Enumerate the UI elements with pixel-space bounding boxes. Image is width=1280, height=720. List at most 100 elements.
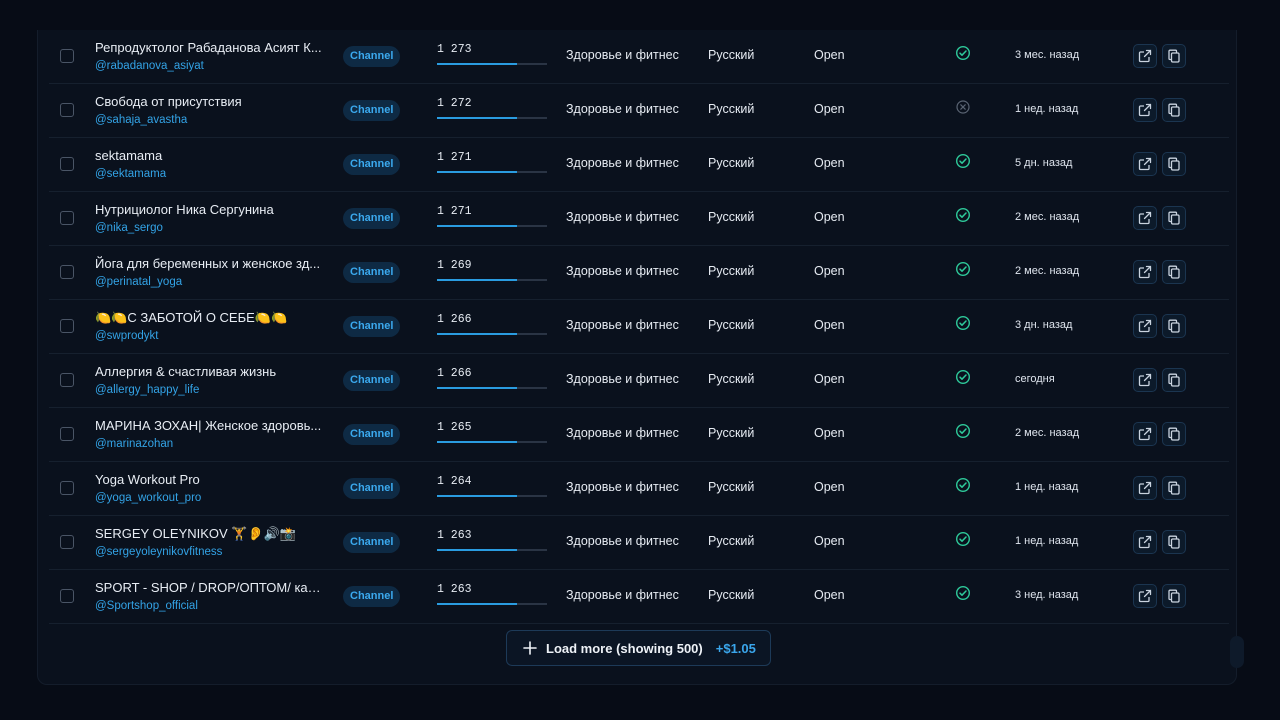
copy-handle-button[interactable] <box>1162 260 1186 284</box>
channel-handle[interactable]: @sergeyoleynikovfitness <box>95 546 222 558</box>
subscriber-progress-fill <box>437 171 518 173</box>
channel-name[interactable]: SERGEY OLEYNIKOV 🏋️👂🔊📸 <box>95 526 325 542</box>
load-more-button[interactable]: Load more (showing 500) +$1.05 <box>506 630 771 666</box>
channel-name[interactable]: Yoga Workout Pro <box>95 472 325 487</box>
row-checkbox[interactable] <box>60 481 74 495</box>
updated-time: 1 нед. назад <box>1015 535 1079 547</box>
check-circle-icon <box>955 585 971 601</box>
language-label: Русский <box>708 372 755 386</box>
external-link-icon <box>1138 103 1152 117</box>
copy-handle-button[interactable] <box>1162 368 1186 392</box>
channel-type-badge: Channel <box>343 262 401 283</box>
subscriber-count: 1 264 <box>437 475 472 488</box>
updated-time: 3 дн. назад <box>1015 319 1073 331</box>
row-checkbox[interactable] <box>60 157 74 171</box>
channel-handle[interactable]: @sektamama <box>95 168 166 180</box>
copy-icon <box>1168 481 1180 495</box>
copy-handle-button[interactable] <box>1162 422 1186 446</box>
language-label: Русский <box>708 588 755 602</box>
channel-type-badge: Channel <box>343 316 401 337</box>
channel-type-badge: Channel <box>343 586 401 607</box>
copy-handle-button[interactable] <box>1162 584 1186 608</box>
check-circle-icon <box>955 315 971 331</box>
copy-handle-button[interactable] <box>1162 152 1186 176</box>
status-label: Open <box>814 480 845 494</box>
open-channel-button[interactable] <box>1133 98 1157 122</box>
check-circle-icon <box>955 477 971 493</box>
copy-handle-button[interactable] <box>1162 98 1186 122</box>
subscriber-progress-fill <box>437 549 518 551</box>
open-channel-button[interactable] <box>1133 206 1157 230</box>
open-channel-button[interactable] <box>1133 422 1157 446</box>
copy-handle-button[interactable] <box>1162 530 1186 554</box>
copy-handle-button[interactable] <box>1162 44 1186 68</box>
channel-type-badge: Channel <box>343 46 401 67</box>
channel-handle[interactable]: @allergy_happy_life <box>95 384 199 396</box>
open-channel-button[interactable] <box>1133 44 1157 68</box>
open-channel-button[interactable] <box>1133 368 1157 392</box>
row-checkbox[interactable] <box>60 319 74 333</box>
external-link-icon <box>1138 373 1152 387</box>
updated-time: 1 нед. назад <box>1015 481 1079 493</box>
channel-name[interactable]: МАРИНА ЗОХАН| Женское здоровь... <box>95 418 325 433</box>
channel-handle[interactable]: @marinazohan <box>95 438 173 450</box>
channel-name[interactable]: Свобода от присутствия <box>95 94 325 109</box>
status-label: Open <box>814 318 845 332</box>
check-circle-icon <box>955 531 971 547</box>
channel-name[interactable]: Йога для беременных и женское зд... <box>95 256 325 271</box>
open-channel-button[interactable] <box>1133 530 1157 554</box>
row-checkbox[interactable] <box>60 427 74 441</box>
channel-name[interactable]: Аллергия & счастливая жизнь <box>95 364 325 379</box>
row-checkbox[interactable] <box>60 535 74 549</box>
table-row: Свобода от присутствия @sahaja_avastha C… <box>49 84 1229 138</box>
subscriber-progress-fill <box>437 279 518 281</box>
channel-handle[interactable]: @Sportshop_official <box>95 600 198 612</box>
channel-handle[interactable]: @sahaja_avastha <box>95 114 187 126</box>
channels-table: Репродуктолог Рабаданова Асият К... @rab… <box>49 30 1229 624</box>
copy-handle-button[interactable] <box>1162 476 1186 500</box>
table-row: Нутрициолог Ника Сергунина @nika_sergo C… <box>49 192 1229 246</box>
open-channel-button[interactable] <box>1133 584 1157 608</box>
floating-widget-edge <box>1230 636 1244 668</box>
language-label: Русский <box>708 156 755 170</box>
channel-handle[interactable]: @nika_sergo <box>95 222 163 234</box>
row-checkbox[interactable] <box>60 265 74 279</box>
table-row: Репродуктолог Рабаданова Асият К... @rab… <box>49 30 1229 84</box>
open-channel-button[interactable] <box>1133 314 1157 338</box>
row-checkbox[interactable] <box>60 49 74 63</box>
status-label: Open <box>814 210 845 224</box>
category-label: Здоровье и фитнес <box>566 264 679 278</box>
subscriber-progress-fill <box>437 333 518 335</box>
copy-handle-button[interactable] <box>1162 206 1186 230</box>
channel-name[interactable]: 🍋🍋С ЗАБОТОЙ О СЕБЕ🍋🍋 <box>95 310 325 326</box>
channel-handle[interactable]: @perinatal_yoga <box>95 276 182 288</box>
channel-handle[interactable]: @yoga_workout_pro <box>95 492 201 504</box>
language-label: Русский <box>708 480 755 494</box>
open-channel-button[interactable] <box>1133 476 1157 500</box>
subscriber-progress-fill <box>437 441 518 443</box>
row-checkbox[interactable] <box>60 589 74 603</box>
channel-name[interactable]: sektamama <box>95 148 325 163</box>
row-checkbox[interactable] <box>60 211 74 225</box>
channel-handle[interactable]: @rabadanova_asiyat <box>95 60 204 72</box>
category-label: Здоровье и фитнес <box>566 210 679 224</box>
subscriber-progress-bar <box>437 603 547 605</box>
table-row: SERGEY OLEYNIKOV 🏋️👂🔊📸 @sergeyoleynikovf… <box>49 516 1229 570</box>
channel-name[interactable]: SPORT - SHOP / DROP/ОПТОМ/ кан... <box>95 580 325 595</box>
row-checkbox[interactable] <box>60 103 74 117</box>
status-label: Open <box>814 588 845 602</box>
copy-icon <box>1168 265 1180 279</box>
channel-handle[interactable]: @swprodykt <box>95 330 158 342</box>
channel-name[interactable]: Репродуктолог Рабаданова Асият К... <box>95 40 325 55</box>
external-link-icon <box>1138 319 1152 333</box>
open-channel-button[interactable] <box>1133 152 1157 176</box>
subscriber-progress-bar <box>437 171 547 173</box>
channel-type-badge: Channel <box>343 370 401 391</box>
load-more-price: +$1.05 <box>715 640 756 656</box>
subscriber-count: 1 266 <box>437 313 472 326</box>
open-channel-button[interactable] <box>1133 260 1157 284</box>
channel-name[interactable]: Нутрициолог Ника Сергунина <box>95 202 325 217</box>
external-link-icon <box>1138 157 1152 171</box>
row-checkbox[interactable] <box>60 373 74 387</box>
copy-handle-button[interactable] <box>1162 314 1186 338</box>
